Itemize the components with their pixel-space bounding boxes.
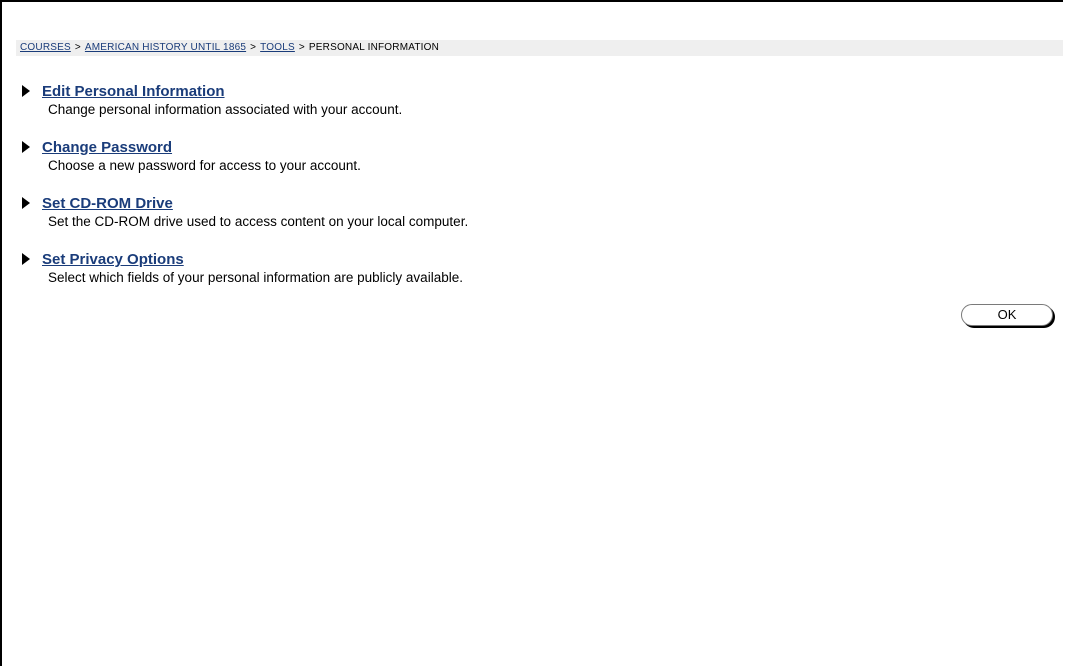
triangle-right-icon (22, 253, 30, 265)
option-set-cd-rom-drive: Set CD-ROM Drive Set the CD-ROM drive us… (22, 195, 1022, 251)
option-description: Choose a new password for access to your… (48, 158, 361, 173)
ok-button[interactable]: OK (961, 304, 1053, 326)
set-privacy-options-link[interactable]: Set Privacy Options (42, 251, 184, 269)
personal-information-options: Edit Personal Information Change persona… (22, 83, 1022, 307)
breadcrumb-link-courses[interactable]: COURSES (20, 42, 71, 53)
edit-personal-information-link[interactable]: Edit Personal Information (42, 83, 225, 101)
option-description: Change personal information associated w… (48, 102, 403, 117)
option-description: Select which fields of your personal inf… (48, 270, 463, 285)
change-password-link[interactable]: Change Password (42, 139, 172, 157)
option-edit-personal-information: Edit Personal Information Change persona… (22, 83, 1022, 139)
set-cd-rom-drive-link[interactable]: Set CD-ROM Drive (42, 195, 173, 213)
triangle-right-icon (22, 141, 30, 153)
breadcrumb-current-page: PERSONAL INFORMATION (308, 42, 440, 53)
breadcrumb: COURSES > AMERICAN HISTORY UNTIL 1865 > TOOL… (16, 40, 1063, 56)
option-set-privacy-options: Set Privacy Options Select which fields … (22, 251, 1022, 307)
breadcrumb-separator: > (250, 42, 257, 53)
option-description: Set the CD-ROM drive used to access cont… (48, 214, 469, 229)
breadcrumb-link-course[interactable]: AMERICAN HISTORY UNTIL 1865 (85, 42, 246, 53)
triangle-right-icon (22, 85, 30, 97)
breadcrumb-link-tools[interactable]: TOOLS (260, 42, 295, 53)
breadcrumb-separator: > (74, 42, 81, 53)
option-change-password: Change Password Choose a new password fo… (22, 139, 1022, 195)
triangle-right-icon (22, 197, 30, 209)
breadcrumb-separator: > (298, 42, 305, 53)
